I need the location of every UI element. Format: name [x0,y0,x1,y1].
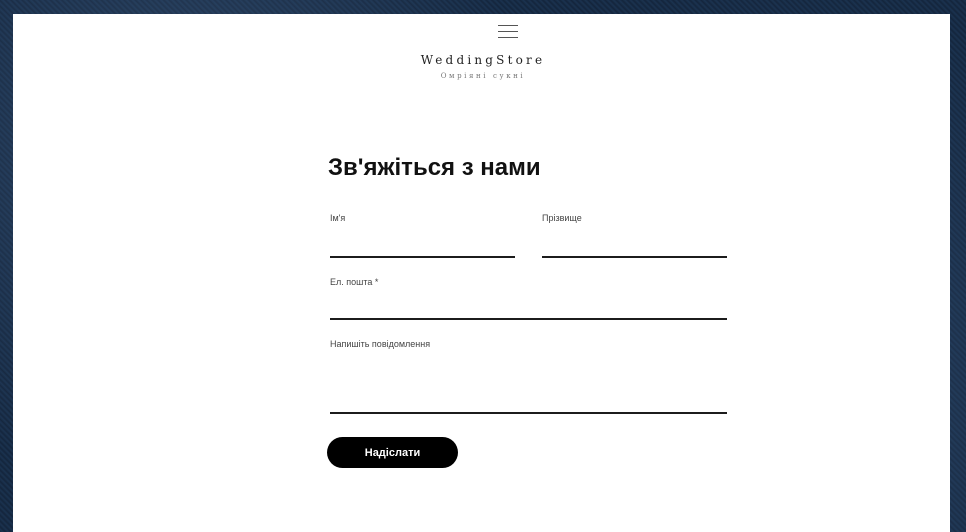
hamburger-menu-icon[interactable] [498,25,518,39]
contact-form-title: Зв'яжіться з нами [328,154,541,181]
email-field[interactable] [330,297,727,320]
menu-line [498,25,518,26]
menu-line [498,37,518,38]
first-name-field[interactable] [330,236,515,258]
last-name-field[interactable] [542,236,727,258]
brand-tagline: Омрiянi сукнi [440,72,526,80]
brand-logo[interactable]: WeddingStore [0,53,966,67]
last-name-label: Прізвище [542,213,582,223]
page-panel [13,14,950,532]
menu-line [498,31,518,32]
first-name-label: Ім'я [330,213,346,223]
submit-button[interactable]: Надіслати [327,437,458,468]
message-label: Напишіть повідомлення [330,339,431,349]
message-field[interactable] [330,356,727,414]
email-label: Ел. пошта * [330,277,379,287]
